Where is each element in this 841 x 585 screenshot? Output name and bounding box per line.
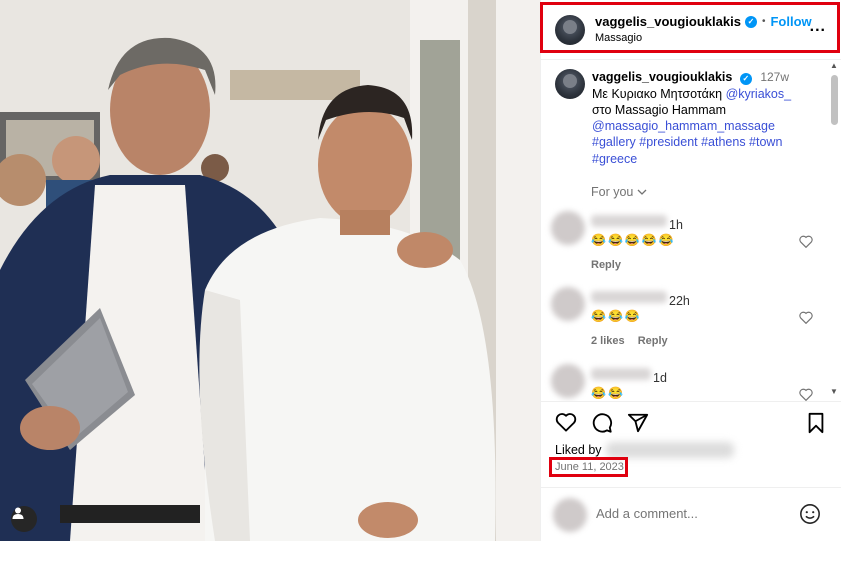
heart-icon[interactable] <box>799 235 813 248</box>
reply-button[interactable]: Reply <box>638 335 668 347</box>
comment-item: 22h 😂😂😂 2 likes Reply <box>551 287 821 357</box>
share-icon[interactable] <box>627 412 649 434</box>
author-avatar[interactable] <box>555 14 585 45</box>
photo-illustration <box>0 0 540 541</box>
post-actions-bar <box>541 401 841 446</box>
heart-icon[interactable] <box>799 388 813 401</box>
viewer-avatar <box>553 498 587 532</box>
caption-hashtags[interactable]: #gallery #president #athens #town <box>592 134 791 150</box>
post-header: vaggelis_vougiouklakis ✓ • Follow Massag… <box>541 0 841 60</box>
post-photo[interactable] <box>0 0 540 541</box>
follow-button[interactable]: Follow <box>770 14 811 30</box>
comments-scrollbar[interactable]: ▲ ▼ <box>829 61 839 401</box>
comments-list[interactable]: vaggelis_vougiouklakis ✓ 127w Με Κυριακο… <box>541 61 831 401</box>
comment-username-blurred <box>591 368 651 380</box>
caption-username[interactable]: vaggelis_vougiouklakis <box>592 70 732 84</box>
comment-username-blurred <box>591 291 667 303</box>
sort-label: For you <box>591 185 634 199</box>
add-comment-bar <box>541 487 841 541</box>
comment-text: 😂😂😂😂😂 <box>591 233 676 247</box>
liked-by-label: Liked by <box>555 443 602 457</box>
chevron-down-icon <box>637 185 647 199</box>
author-username[interactable]: vaggelis_vougiouklakis <box>595 14 741 30</box>
scroll-thumb[interactable] <box>831 75 838 125</box>
tagged-users-button[interactable] <box>11 506 37 532</box>
comment-item: 1d 😂😂 <box>551 364 821 401</box>
comment-time[interactable]: 1d <box>653 371 667 385</box>
comment-text: 😂😂😂 <box>591 309 642 323</box>
liked-by[interactable]: Liked by <box>555 442 734 458</box>
heart-icon[interactable] <box>799 311 813 324</box>
comment-item: 1h 😂😂😂😂😂 Reply <box>551 211 821 281</box>
post-caption: vaggelis_vougiouklakis ✓ 127w Με Κυριακο… <box>555 69 825 167</box>
caption-author-avatar[interactable] <box>555 69 585 99</box>
comment-avatar[interactable] <box>551 287 585 321</box>
verified-badge-icon: ✓ <box>744 15 757 28</box>
post-side-panel: vaggelis_vougiouklakis ✓ • Follow Massag… <box>540 0 841 541</box>
caption-mention-massagio[interactable]: @massagio_hammam_massage <box>592 118 791 134</box>
caption-hashtag-greece[interactable]: #greece <box>592 151 791 167</box>
comment-username-blurred <box>591 215 667 227</box>
separator-dot: • <box>761 15 766 27</box>
caption-text-1: Με Κυριακο Μητσοτάκη <box>592 86 723 101</box>
caption-text-2: στο Massagio Hammam <box>592 102 727 117</box>
caption-mention-kyriakos[interactable]: @kyriakos_ <box>726 87 792 101</box>
comment-avatar[interactable] <box>551 211 585 245</box>
heart-icon[interactable] <box>555 412 577 432</box>
add-comment-input[interactable] <box>596 506 786 521</box>
comment-sort-dropdown[interactable]: For you <box>591 185 647 199</box>
comment-icon[interactable] <box>591 412 613 434</box>
likes-count[interactable]: 2 likes <box>591 335 625 347</box>
comment-text: 😂😂 <box>591 386 625 400</box>
scroll-up-arrow-icon[interactable]: ▲ <box>830 61 838 70</box>
post-date[interactable]: June 11, 2023 <box>555 461 624 473</box>
more-options-icon[interactable]: ... <box>810 18 826 36</box>
scroll-down-arrow-icon[interactable]: ▼ <box>830 387 838 396</box>
comment-time[interactable]: 22h <box>669 294 690 308</box>
comment-avatar[interactable] <box>551 364 585 398</box>
reply-button[interactable]: Reply <box>591 259 621 271</box>
person-icon <box>12 507 24 519</box>
bookmark-icon[interactable] <box>806 412 826 434</box>
liked-by-users-blurred <box>605 442 734 458</box>
emoji-icon[interactable] <box>799 503 821 525</box>
verified-badge-icon: ✓ <box>739 73 752 86</box>
comment-time[interactable]: 1h <box>669 218 683 232</box>
post-location[interactable]: Massagio <box>595 32 812 45</box>
caption-time[interactable]: 127w <box>760 70 789 84</box>
